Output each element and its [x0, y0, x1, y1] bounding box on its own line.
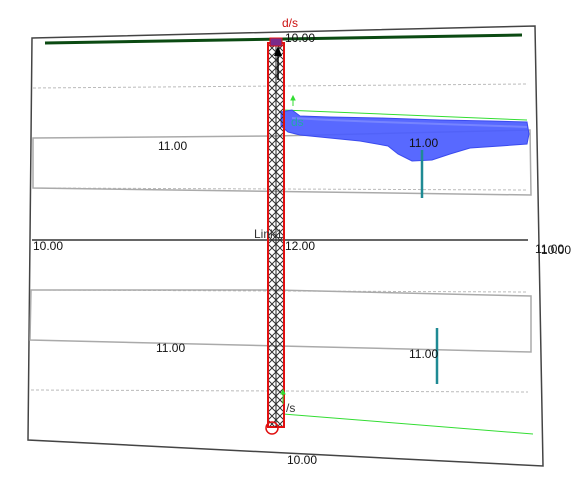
label-center: 12.00: [285, 239, 315, 253]
link-top-cap: [269, 37, 283, 47]
label-link-name: Link1: [254, 227, 283, 241]
label-top-ds: d/s: [282, 16, 298, 30]
lower-green-line: [282, 413, 534, 435]
water-surface[interactable]: [280, 109, 530, 162]
label-upper-left: 11.00: [158, 139, 187, 153]
diagram-canvas: d/s 10.00 ds 11.00 11.00 10.00 Link1 12.…: [27, 16, 571, 467]
ds-marker-icon: [290, 94, 296, 106]
label-lower-left: 11.00: [156, 341, 185, 355]
label-left-mid: 10.00: [33, 239, 63, 253]
label-top-center: 10.00: [285, 31, 315, 45]
label-lower-right: 11.00: [409, 347, 438, 361]
label-bottom-center: 10.00: [287, 453, 317, 467]
label-upper-right: 11.00: [409, 136, 438, 150]
label-right-mid: 10.00: [541, 243, 571, 257]
label-mid-ds: ds: [291, 115, 304, 129]
label-bottom-us: /s: [286, 401, 295, 415]
